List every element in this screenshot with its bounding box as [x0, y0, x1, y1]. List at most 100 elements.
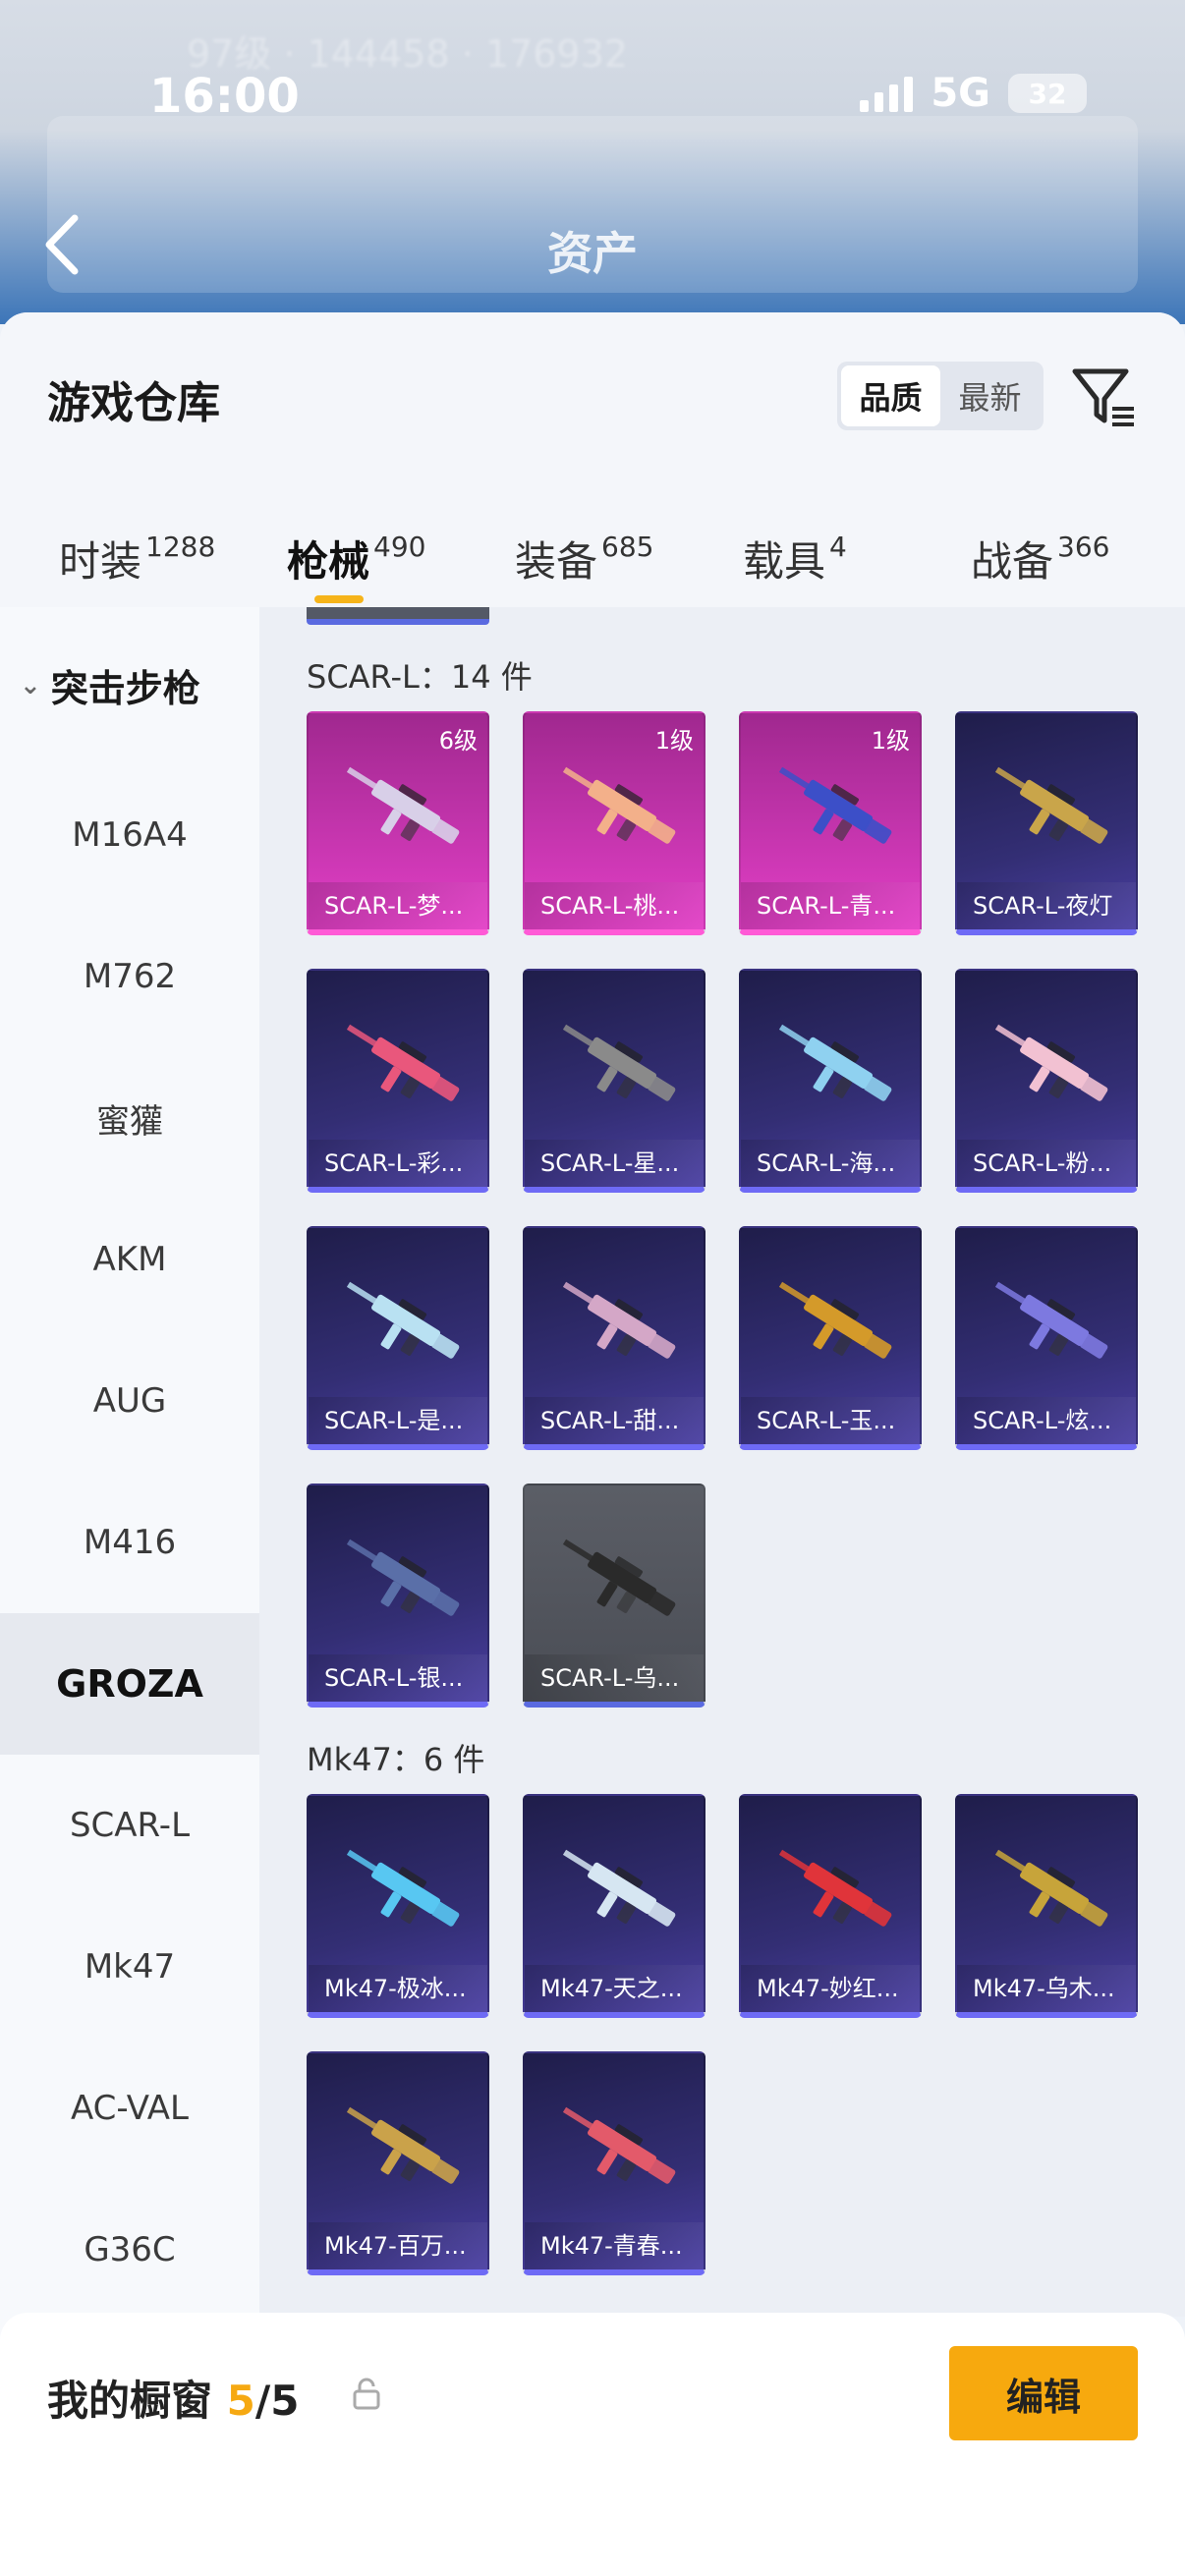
category-group-header[interactable]: ⌄ 突击步枪	[20, 658, 200, 712]
rifle-icon	[330, 1521, 470, 1639]
rifle-icon	[762, 1831, 902, 1949]
skin-name: Mk47-极冰...	[309, 1965, 487, 2012]
skin-card[interactable]: Mk47-青春...	[523, 2051, 705, 2275]
showcase-used-count: 5	[226, 2377, 255, 2425]
skin-card[interactable]: SCAR-L-粉...	[955, 969, 1138, 1193]
skin-name: SCAR-L-是...	[309, 1397, 487, 1444]
skin-name: SCAR-L-海...	[741, 1140, 920, 1187]
category-item[interactable]: M16A4	[0, 764, 259, 906]
skin-grid: SCAR-L：14 件 Mk47：6 件 6级 SCAR-L-梦... 1级 SCAR…	[259, 607, 1185, 2317]
rifle-icon	[979, 1831, 1118, 1949]
category-item[interactable]: SCAR-L	[0, 1755, 259, 1896]
warehouse-title: 游戏仓库	[47, 378, 220, 428]
filter-icon	[1072, 368, 1134, 426]
tab-equipment[interactable]: 装备 685	[456, 489, 684, 597]
status-time: 16:00	[149, 69, 300, 124]
rifle-icon	[330, 2089, 470, 2207]
skin-name: Mk47-乌木...	[957, 1965, 1136, 2012]
rifle-icon	[762, 1006, 902, 1124]
category-item[interactable]: AC-VAL	[0, 2038, 259, 2179]
rifle-icon	[546, 1263, 686, 1381]
skin-card[interactable]: SCAR-L-银...	[307, 1484, 489, 1708]
skin-name: SCAR-L-银...	[309, 1654, 487, 1702]
skin-name: SCAR-L-甜...	[525, 1397, 704, 1444]
showcase-total-count: /5	[254, 2377, 300, 2425]
rifle-icon	[330, 1831, 470, 1949]
skin-card[interactable]: SCAR-L-甜...	[523, 1226, 705, 1450]
skin-level: 1级	[871, 727, 910, 755]
skin-card[interactable]: SCAR-L-玉...	[739, 1226, 922, 1450]
skin-card[interactable]: SCAR-L-是...	[307, 1226, 489, 1450]
skin-name: SCAR-L-乌...	[525, 1654, 704, 1702]
rifle-icon	[762, 1263, 902, 1381]
rifle-icon	[546, 1006, 686, 1124]
sort-toggle: 品质 最新	[837, 362, 1044, 430]
category-item[interactable]: AKM	[0, 1189, 259, 1330]
showcase-bar: 我的橱窗 5/5 编辑	[0, 2313, 1185, 2576]
skin-name: SCAR-L-青...	[741, 882, 920, 929]
skin-card[interactable]: 6级 SCAR-L-梦...	[307, 711, 489, 935]
weapon-category-list: ⌄ 突击步枪 M16A4 M762 蜜獾 AKM AUG M416 GROZA …	[0, 607, 259, 2576]
rifle-icon	[979, 1006, 1118, 1124]
rifle-icon	[330, 1263, 470, 1381]
tab-fashion[interactable]: 时装 1288	[0, 489, 228, 597]
skin-card[interactable]: SCAR-L-海...	[739, 969, 922, 1193]
warehouse-sheet: 游戏仓库 品质 最新 时装 1288 枪械 490 装备 685 载具 4 战备 366 …	[0, 312, 1185, 2576]
network-label: 5G	[931, 71, 990, 116]
tab-supplies[interactable]: 战备 366	[912, 489, 1140, 597]
skin-card[interactable]: Mk47-极冰...	[307, 1794, 489, 2018]
skin-name: Mk47-百万...	[309, 2222, 487, 2269]
skin-name: SCAR-L-玉...	[741, 1397, 920, 1444]
skin-card[interactable]: 1级 SCAR-L-桃...	[523, 711, 705, 935]
battery-icon: 32	[1008, 74, 1087, 113]
category-group-label: 突击步枪	[50, 667, 200, 710]
skin-card[interactable]: SCAR-L-星...	[523, 969, 705, 1193]
rifle-icon	[546, 1521, 686, 1639]
skin-name: SCAR-L-夜灯	[957, 882, 1136, 929]
skin-name: SCAR-L-彩...	[309, 1140, 487, 1187]
skin-card[interactable]: SCAR-L-炫...	[955, 1226, 1138, 1450]
skin-card[interactable]: SCAR-L-乌...	[523, 1484, 705, 1708]
tab-vehicles[interactable]: 载具 4	[684, 489, 912, 597]
category-item-selected[interactable]: GROZA	[0, 1613, 259, 1755]
showcase-title: 我的橱窗 5/5	[47, 2368, 299, 2428]
skin-level: 1级	[654, 727, 694, 755]
category-item[interactable]: G36C	[0, 2179, 259, 2321]
skin-card[interactable]: Mk47-乌木...	[955, 1794, 1138, 2018]
skin-card[interactable]: Mk47-妙红...	[739, 1794, 922, 2018]
rifle-icon	[546, 2089, 686, 2207]
chevron-down-icon: ⌄	[20, 670, 41, 700]
rifle-icon	[546, 749, 686, 867]
rifle-icon	[330, 1006, 470, 1124]
skin-name: SCAR-L-桃...	[525, 882, 704, 929]
skin-card[interactable]: 1级 SCAR-L-青...	[739, 711, 922, 935]
page-title: 资产	[547, 227, 638, 280]
category-item[interactable]: 蜜獾	[0, 1047, 259, 1189]
rifle-icon	[330, 749, 470, 867]
previous-item-card[interactable]	[307, 607, 489, 625]
skin-card[interactable]: SCAR-L-夜灯	[955, 711, 1138, 935]
skin-name: Mk47-天之...	[525, 1965, 704, 2012]
skin-name: Mk47-妙红...	[741, 1965, 920, 2012]
category-item[interactable]: AUG	[0, 1330, 259, 1472]
tab-weapons[interactable]: 枪械 490	[228, 489, 456, 603]
section-title-scar-l: SCAR-L：14 件	[307, 658, 533, 696]
skin-name: SCAR-L-梦...	[309, 882, 487, 929]
category-item[interactable]: M416	[0, 1472, 259, 1613]
category-item[interactable]: M762	[0, 906, 259, 1047]
signal-icon	[860, 75, 914, 112]
filter-button[interactable]	[1069, 362, 1140, 432]
sort-quality-button[interactable]: 品质	[841, 365, 940, 426]
sort-newest-button[interactable]: 最新	[940, 365, 1040, 426]
edit-button[interactable]: 编辑	[949, 2346, 1138, 2440]
rifle-icon	[546, 1831, 686, 1949]
skin-card[interactable]: SCAR-L-彩...	[307, 969, 489, 1193]
category-item[interactable]: Mk47	[0, 1896, 259, 2038]
status-icons: 5G 32	[860, 71, 1087, 116]
warehouse-header: 游戏仓库 品质 最新 时装 1288 枪械 490 装备 685 载具 4 战备 366	[0, 312, 1185, 607]
skin-card[interactable]: Mk47-百万...	[307, 2051, 489, 2275]
section-title-mk47: Mk47：6 件	[307, 1741, 485, 1778]
skin-card[interactable]: Mk47-天之...	[523, 1794, 705, 2018]
rifle-icon	[762, 749, 902, 867]
showcase-label: 我的橱窗	[47, 2377, 213, 2425]
